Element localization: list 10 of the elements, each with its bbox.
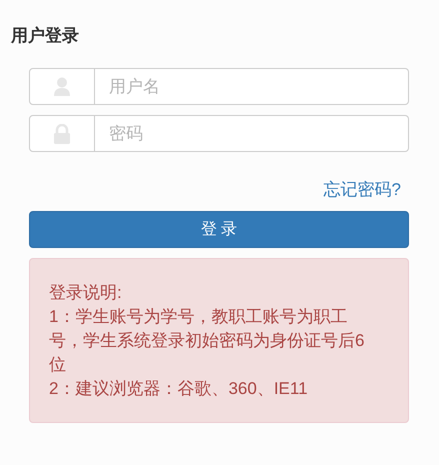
page-title: 用户登录 [10, 25, 80, 47]
forgot-password-link[interactable]: 忘记密码? [324, 179, 401, 201]
notice-text: 2：建议浏览器：谷歌、360、IE11 [49, 378, 309, 400]
user-icon [53, 76, 71, 96]
notice-text: 1：学生账号为学号，教职工账号为职工号，学生系统登录初始密码为身份证号后6位 [49, 306, 366, 376]
password-field[interactable]: 密码 [95, 115, 409, 152]
notice-text: 登录说明: [49, 282, 123, 304]
lock-icon [53, 124, 71, 144]
username-field[interactable]: 用户名 [95, 68, 409, 105]
login-button[interactable]: 登 录 [29, 211, 409, 248]
